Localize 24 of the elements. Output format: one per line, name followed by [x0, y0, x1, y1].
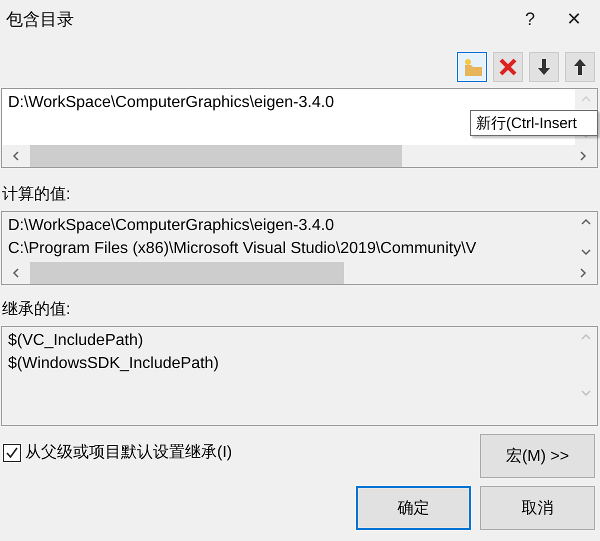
macros-button[interactable]: 宏(M) >> [480, 434, 595, 478]
list-line[interactable]: D:\WorkSpace\ComputerGraphics\eigen-3.4.0 [8, 214, 569, 237]
up-arrow-icon [573, 58, 587, 76]
close-button[interactable]: ✕ [552, 0, 596, 38]
inherit-checkbox[interactable] [3, 444, 21, 462]
checkbox-label: 从父级或项目默认设置继承(I) [25, 442, 232, 463]
window-title: 包含目录 [6, 8, 75, 30]
list-line[interactable]: C:\Program Files (x86)\Microsoft Visual Studio\2019\Community\V [8, 237, 569, 260]
list-box[interactable]: D:\WorkSpace\ComputerGraphics\eigen-3.4.0 C:\Program Files (x86)\Microsoft Visual Studio\2019\Community\V [1, 211, 598, 285]
help-button[interactable]: ? [508, 0, 552, 38]
tooltip: 新行(Ctrl-Insert [470, 110, 598, 136]
dialog-button[interactable]: 确定 [356, 486, 471, 530]
down-arrow-icon [537, 58, 551, 76]
list-line[interactable]: $(WindowsSDK_IncludePath) [8, 352, 569, 375]
scrollbar-thumb[interactable] [30, 145, 402, 167]
toolbar-button[interactable] [529, 52, 559, 82]
dialog-button[interactable]: 取消 [480, 486, 595, 530]
toolbar-button[interactable] [565, 52, 595, 82]
computed-values-label: 计算的值: [1, 184, 72, 205]
list-box[interactable]: $(VC_IncludePath) $(WindowsSDK_IncludePath) [1, 326, 598, 426]
scrollbar-thumb[interactable] [30, 262, 344, 284]
delete-icon [498, 57, 518, 77]
list-line[interactable]: $(VC_IncludePath) [8, 329, 569, 352]
inherited-values-label: 继承的值: [1, 300, 72, 320]
